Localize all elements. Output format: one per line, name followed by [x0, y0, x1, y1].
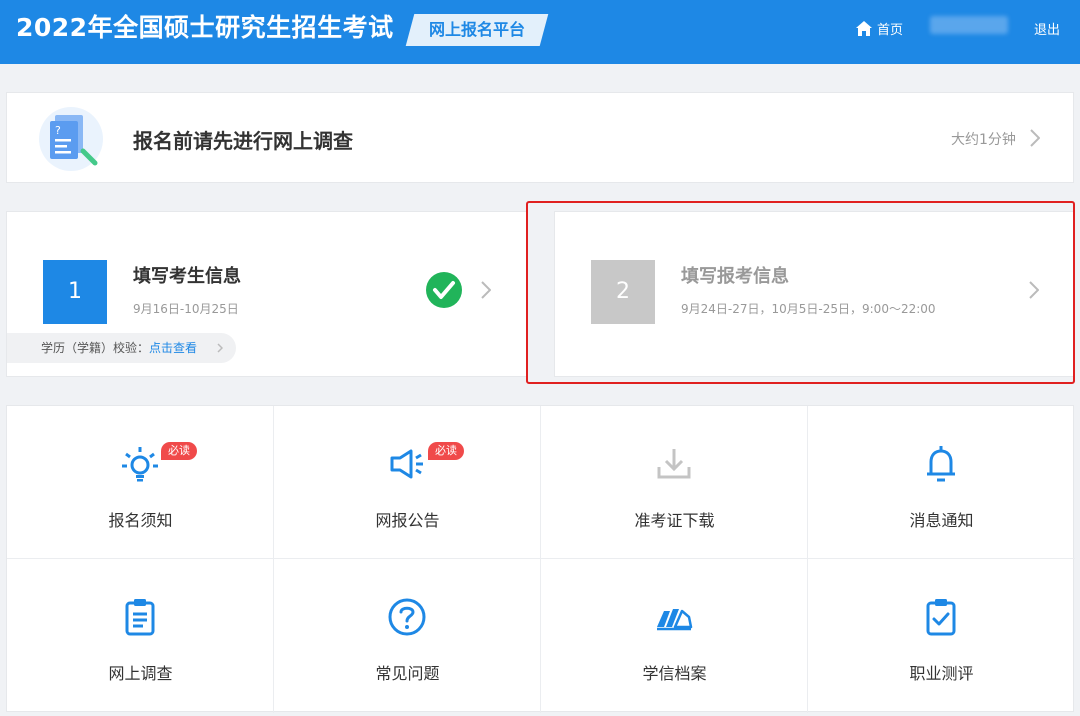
home-icon	[856, 20, 872, 36]
tile-faq[interactable]: 常见问题	[274, 559, 541, 712]
step-date: 9月16日-10月25日	[133, 302, 239, 316]
tile-label: 准考证下载	[634, 511, 715, 530]
home-link[interactable]: 首页	[856, 18, 903, 38]
step-card-fill-candidate-info[interactable]: 1 填写考生信息 9月16日-10月25日 学历（学籍）校验：点击查看	[6, 211, 527, 377]
question-circle-icon	[388, 598, 426, 636]
chevron-right-icon	[217, 343, 223, 353]
page-title: 2022年全国硕士研究生招生考试	[16, 13, 394, 42]
education-verify-bar: 学历（学籍）校验：点击查看	[7, 333, 236, 363]
username-blurred	[930, 16, 1008, 34]
tile-label: 网上调查	[108, 664, 173, 683]
tile-career-assessment[interactable]: 职业测评	[808, 559, 1075, 712]
home-label: 首页	[877, 22, 904, 38]
survey-title: 报名前请先进行网上调查	[133, 129, 353, 153]
tile-online-survey[interactable]: 网上调查	[7, 559, 274, 712]
tile-label: 学信档案	[642, 664, 707, 683]
tile-announcements[interactable]: 必读 网报公告	[274, 406, 541, 559]
step-number-badge: 1	[43, 260, 107, 324]
top-header: 2022年全国硕士研究生招生考试 网上报名平台 首页 退出	[0, 0, 1080, 64]
platform-label: 网上报名平台	[428, 20, 525, 39]
tile-label: 常见问题	[375, 664, 440, 683]
highlight-frame	[526, 201, 1075, 384]
tile-chsi-archive[interactable]: 学信档案	[541, 559, 808, 712]
bell-icon	[927, 446, 955, 482]
megaphone-icon	[390, 449, 423, 479]
step-title: 填写考生信息	[133, 266, 241, 287]
svg-text:?: ?	[55, 124, 61, 137]
chevron-right-icon	[481, 281, 491, 299]
lightbulb-icon	[122, 447, 158, 482]
logout-link[interactable]: 退出	[1034, 19, 1060, 38]
platform-badge: 网上报名平台	[405, 14, 549, 46]
download-icon	[657, 449, 691, 479]
survey-card[interactable]: ? 报名前请先进行网上调查 大约1分钟	[6, 92, 1074, 183]
tile-label: 报名须知	[108, 511, 173, 530]
tile-label: 消息通知	[909, 511, 974, 530]
survey-duration: 大约1分钟	[951, 132, 1016, 148]
tile-registration-notice[interactable]: 必读 报名须知	[7, 406, 274, 559]
must-read-badge: 必读	[428, 442, 464, 460]
verify-label: 学历（学籍）校验：	[41, 341, 150, 355]
tile-label: 网报公告	[375, 511, 440, 530]
feature-grid: 必读 报名须知 必读 网报公告 准考证下载 消息通知 网上调查 常见问题 学信档…	[6, 405, 1075, 713]
clipboard-list-icon	[125, 599, 155, 636]
survey-document-icon: ?	[39, 107, 103, 171]
archive-icon	[657, 609, 693, 631]
must-read-badge: 必读	[161, 442, 197, 460]
clipboard-check-icon	[926, 599, 956, 636]
chevron-right-icon	[1030, 129, 1040, 147]
verify-view-link[interactable]: 点击查看	[149, 341, 197, 355]
checkmark-circle-icon	[426, 272, 462, 308]
tile-label: 职业测评	[909, 664, 974, 683]
tile-notifications[interactable]: 消息通知	[808, 406, 1075, 559]
tile-admission-ticket-download[interactable]: 准考证下载	[541, 406, 808, 559]
